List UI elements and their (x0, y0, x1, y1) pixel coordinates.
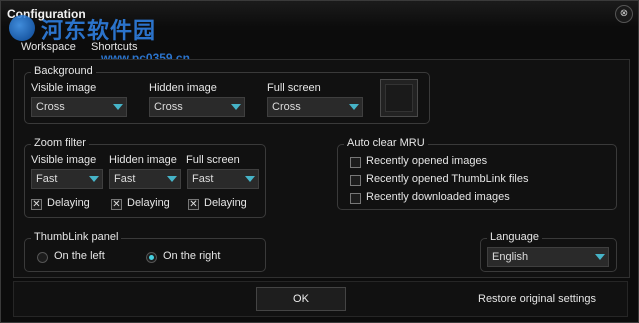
zoom-hidden-delay-checkbox[interactable]: ✕ (111, 199, 122, 210)
chevron-down-icon (113, 104, 123, 110)
thumblink-right-label: On the right (163, 250, 221, 262)
restore-original-settings-link[interactable]: Restore original settings (478, 293, 596, 305)
zoom-fullscreen-value: Fast (192, 173, 214, 185)
chevron-down-icon (245, 176, 255, 182)
zoom-visible-select[interactable]: Fast (31, 169, 103, 189)
zoom-visible-delay-label: Delaying (47, 197, 90, 209)
auto-clear-mru-group: Auto clear MRU Recently opened images Re… (337, 137, 617, 210)
zoom-hidden-select[interactable]: Fast (109, 169, 181, 189)
chevron-down-icon (89, 176, 99, 182)
bg-fullscreen-select[interactable]: Cross (267, 97, 363, 117)
watermark-logo-icon (9, 15, 35, 41)
thumblink-panel-group: ThumbLink panel On the left On the right (24, 231, 266, 272)
zoom-visible-label: Visible image (31, 154, 97, 166)
zoom-visible-value: Fast (36, 173, 58, 185)
mru-downloaded-label: Recently downloaded images (366, 191, 510, 203)
zoom-visible-delay-checkbox[interactable]: ✕ (31, 199, 42, 210)
zoom-fullscreen-label: Full screen (186, 154, 240, 166)
thumblink-left-label: On the left (54, 250, 105, 262)
zoom-fullscreen-select[interactable]: Fast (187, 169, 259, 189)
dialog-footer: OK Restore original settings (13, 281, 628, 317)
zoom-hidden-value: Fast (114, 173, 136, 185)
language-select[interactable]: English (487, 247, 609, 267)
zoom-filter-group: Zoom filter Visible image Fast ✕ Delayin… (24, 137, 266, 218)
bg-visible-select[interactable]: Cross (31, 97, 127, 117)
language-group: Language English (480, 231, 617, 272)
mru-thumblink-checkbox[interactable] (350, 175, 361, 186)
bg-fullscreen-value: Cross (272, 101, 301, 113)
background-legend: Background (31, 65, 96, 77)
zoom-hidden-label: Hidden image (109, 154, 177, 166)
mru-thumblink-label: Recently opened ThumbLink files (366, 173, 529, 185)
bg-hidden-select[interactable]: Cross (149, 97, 245, 117)
close-button[interactable]: ⊗ (615, 5, 633, 23)
language-value: English (492, 251, 529, 263)
chevron-down-icon (167, 176, 177, 182)
background-group: Background Visible image Cross Hidden im… (24, 65, 430, 124)
chevron-down-icon (595, 254, 605, 260)
bg-hidden-label: Hidden image (149, 82, 217, 94)
ok-button[interactable]: OK (256, 287, 346, 311)
mru-downloaded-checkbox[interactable] (350, 193, 361, 204)
configuration-dialog: Configuration ⊗ 河东软件园 www.pc0359.cn Work… (0, 0, 639, 323)
chevron-down-icon (349, 104, 359, 110)
thumblink-legend: ThumbLink panel (31, 231, 122, 243)
thumblink-left-radio[interactable] (37, 252, 48, 263)
bg-visible-label: Visible image (31, 82, 97, 94)
mru-legend: Auto clear MRU (344, 137, 428, 149)
language-legend: Language (487, 231, 542, 243)
bg-fullscreen-label: Full screen (267, 82, 321, 94)
zoom-fullscreen-delay-checkbox[interactable]: ✕ (188, 199, 199, 210)
zoom-hidden-delay-label: Delaying (127, 197, 170, 209)
zoom-filter-legend: Zoom filter (31, 137, 89, 149)
tab-workspace[interactable]: Workspace (21, 41, 76, 53)
mru-images-checkbox[interactable] (350, 157, 361, 168)
mru-images-label: Recently opened images (366, 155, 488, 167)
tab-shortcuts[interactable]: Shortcuts (91, 41, 137, 53)
bg-visible-value: Cross (36, 101, 65, 113)
chevron-down-icon (231, 104, 241, 110)
background-color-swatch[interactable] (380, 79, 418, 117)
thumblink-right-radio[interactable] (146, 252, 157, 263)
zoom-fullscreen-delay-label: Delaying (204, 197, 247, 209)
bg-hidden-value: Cross (154, 101, 183, 113)
workspace-panel: Background Visible image Cross Hidden im… (13, 59, 630, 278)
